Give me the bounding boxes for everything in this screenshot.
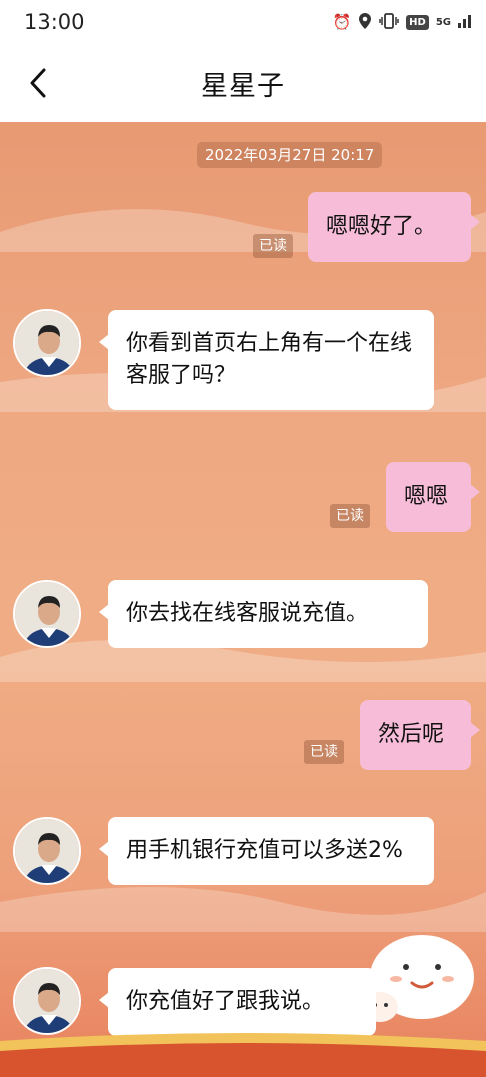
message-bubble-sent[interactable]: 嗯嗯好了。 [308, 192, 480, 262]
status-time: 13:00 [24, 10, 85, 34]
read-receipt: 已读 [330, 504, 370, 528]
status-icons: ⏰ HD 5G [332, 12, 472, 33]
signal-icon [458, 14, 472, 31]
message-bubble-received[interactable]: 你看到首页右上角有一个在线客服了吗？ [99, 310, 434, 410]
chat-title: 星星子 [201, 70, 285, 102]
hd-badge: HD [406, 14, 429, 30]
bottom-decoration [0, 1033, 486, 1077]
status-bar: 13:00 ⏰ HD 5G [0, 0, 486, 44]
vibrate-icon [379, 12, 399, 32]
network-label: 5G [435, 16, 451, 28]
avatar[interactable] [13, 817, 81, 885]
back-button[interactable] [24, 68, 54, 98]
chat-area[interactable]: 2022年03月27日 20:17 已读 嗯嗯好了。 你看到首页右上角有一个在线… [0, 122, 486, 1077]
message-bubble-sent[interactable]: 然后呢 [360, 700, 480, 770]
read-receipt: 已读 [253, 234, 293, 258]
alarm-icon: ⏰ [332, 12, 352, 31]
mascot-sticker [362, 935, 474, 1022]
avatar[interactable] [13, 309, 81, 377]
avatar[interactable] [13, 580, 81, 648]
read-receipt: 已读 [304, 740, 344, 764]
avatar[interactable] [13, 967, 81, 1035]
message-bubble-received[interactable]: 你去找在线客服说充值。 [99, 580, 428, 648]
chat-timestamp: 2022年03月27日 20:17 [197, 142, 383, 168]
message-bubble-received[interactable]: 用手机银行充值可以多送2% [99, 817, 434, 885]
location-icon [358, 12, 372, 33]
profile-photo [15, 969, 79, 1033]
message-bubble-sent[interactable]: 嗯嗯 [386, 462, 480, 532]
nav-bar: 星星子 [0, 44, 486, 122]
chevron-left-icon [30, 68, 46, 98]
message-bubble-received[interactable]: 你充值好了跟我说。 [99, 968, 376, 1036]
